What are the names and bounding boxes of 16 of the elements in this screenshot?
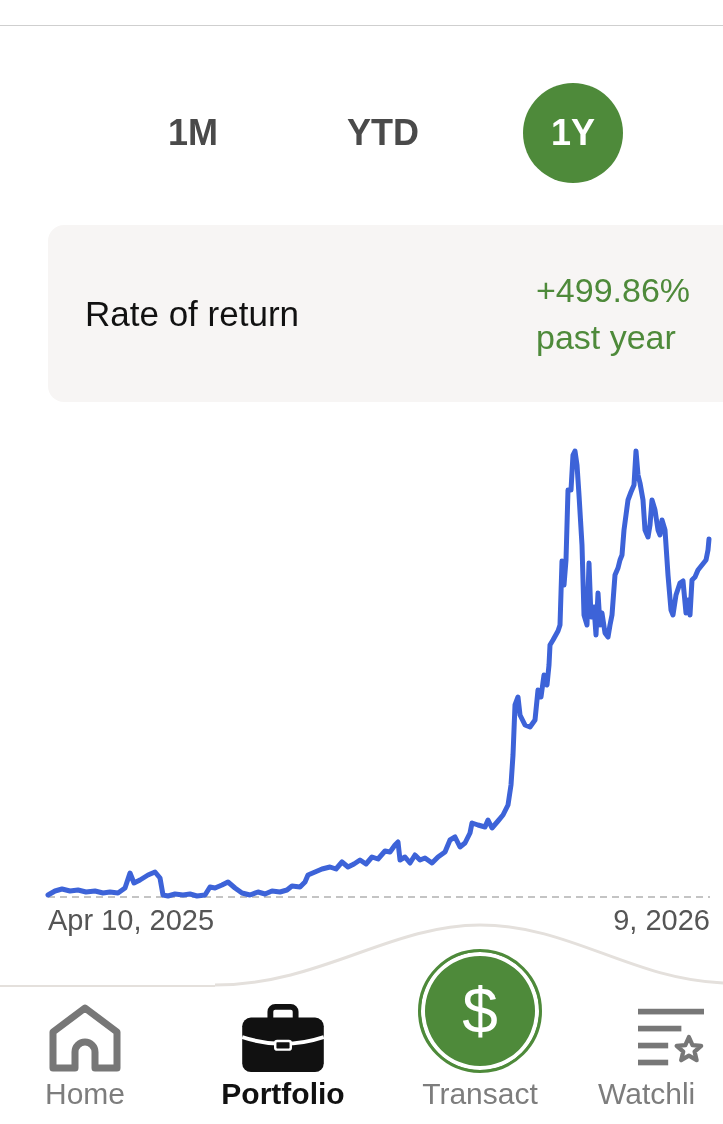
nav-tab[interactable]: Watchli xyxy=(564,1003,704,1111)
home-icon xyxy=(49,1004,121,1072)
range-tab[interactable]: 1M xyxy=(143,83,243,183)
nav-tab[interactable]: Home xyxy=(45,1003,125,1111)
range-tab[interactable]: 1Y xyxy=(523,83,623,183)
watchlist-star-icon xyxy=(638,1008,704,1068)
nav-tab[interactable]: Portfolio xyxy=(221,1003,345,1111)
end-date-label: 9, 2026 xyxy=(613,903,710,937)
briefcase-icon xyxy=(242,1004,324,1072)
return-label: Rate of return xyxy=(85,293,299,334)
range-tab[interactable]: YTD xyxy=(333,83,433,183)
return-value: +499.86% xyxy=(536,269,691,311)
return-period: past year xyxy=(536,316,676,358)
dollar-icon: $ xyxy=(418,949,542,1073)
start-date-label: Apr 10, 2025 xyxy=(48,903,215,937)
transact-button[interactable]: $ Transact xyxy=(418,949,542,1111)
